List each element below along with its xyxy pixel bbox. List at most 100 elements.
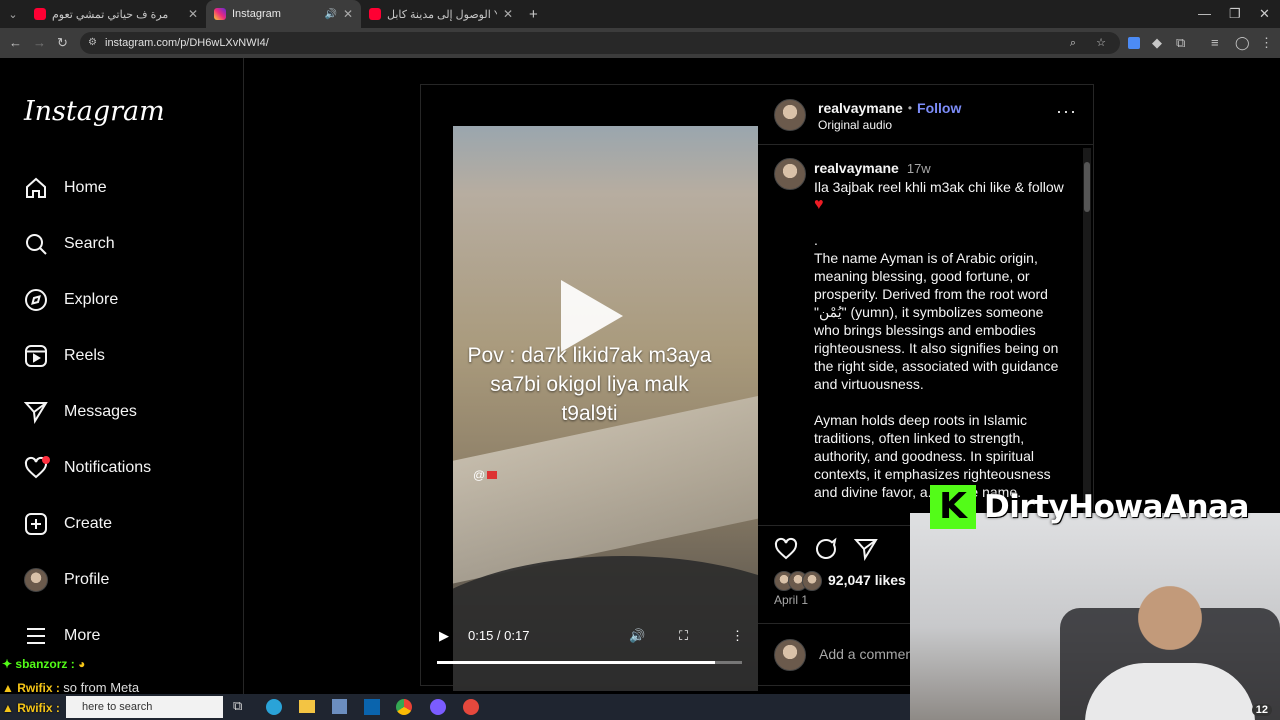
video-options-icon[interactable]: ⋮	[731, 628, 744, 644]
sidebar-item-search[interactable]: Search	[24, 228, 115, 260]
liker-avatars[interactable]	[774, 571, 822, 591]
caption-line: t9al9ti	[561, 402, 618, 425]
close-icon[interactable]: ✕	[343, 7, 353, 21]
file-explorer-icon[interactable]	[299, 700, 315, 713]
obs-icon[interactable]	[463, 699, 479, 715]
share-icon[interactable]	[854, 537, 878, 561]
site-info-icon[interactable]: ⚙	[88, 32, 97, 54]
webcam-person-head	[1125, 578, 1215, 678]
restore-icon[interactable]: ❐	[1229, 6, 1241, 22]
author-avatar[interactable]	[774, 99, 806, 131]
post-date: April 1	[774, 593, 809, 607]
tab-title: أول مرة ف حياتي تمشي تعوم	[52, 8, 170, 21]
streamer-webcam: 12	[910, 513, 1280, 720]
edge-icon[interactable]	[266, 699, 282, 715]
sidebar-item-label: Explore	[64, 291, 119, 308]
video-play-icon[interactable]: ▶	[439, 628, 449, 644]
chat-message: ▲ Rwifix : so from Meta	[2, 680, 140, 695]
address-bar[interactable]: ⚙ instagram.com/p/DH6wLXvNWI4/ ⌕ ☆	[80, 32, 1120, 54]
video-progress-bar[interactable]	[437, 661, 742, 664]
sidebar-item-explore[interactable]: Explore	[24, 284, 118, 316]
sidebar-item-label: Search	[64, 235, 115, 252]
caption-line: Pov : da7k likid7ak m3aya	[467, 344, 712, 367]
chat-user: Rwifix :	[17, 701, 60, 715]
reel-video[interactable]: Pov : da7k likid7ak m3aya sa7bi okigol l…	[421, 85, 758, 691]
puzzle-icon[interactable]: ⧉	[1176, 35, 1185, 51]
video-scene-dashboard	[453, 556, 758, 691]
browser-tab-strip: ⌄ أول مرة ف حياتي تمشي تعوم ✕ Instagram …	[0, 0, 1280, 28]
like-icon[interactable]	[774, 537, 798, 561]
tab-instagram[interactable]: Instagram 🔊 ✕	[206, 0, 361, 28]
tab-youtube-1[interactable]: أول مرة ف حياتي تمشي تعوم ✕	[26, 0, 206, 28]
sidebar-item-more[interactable]: More	[24, 620, 100, 652]
account-icon[interactable]: ◯	[1235, 35, 1250, 51]
sidebar-item-create[interactable]: Create	[24, 508, 112, 540]
scroll-thumb[interactable]	[1084, 162, 1090, 212]
tab-youtube-2[interactable]: الوصول إلى مدينة كابل YouTube ✕	[361, 0, 521, 28]
sidebar-item-label: Home	[64, 179, 107, 196]
new-tab-icon[interactable]: +	[521, 6, 538, 23]
close-icon[interactable]: ✕	[188, 7, 198, 21]
window-close-icon[interactable]: ✕	[1259, 6, 1270, 22]
task-view-icon[interactable]: ⧉	[233, 698, 242, 714]
video-caption-overlay: Pov : da7k likid7ak m3aya sa7bi okigol l…	[421, 341, 758, 428]
chrome-icon[interactable]	[396, 699, 412, 715]
commenter-avatar[interactable]	[774, 158, 806, 190]
emote-badge: 12	[1251, 704, 1272, 716]
tab-search-icon[interactable]: ⌄	[0, 8, 26, 21]
kick-logo-icon: K	[930, 485, 976, 529]
taskbar-search-text: here to search	[82, 701, 153, 713]
kebab-menu-icon[interactable]: ⋮	[1260, 35, 1273, 51]
outlook-icon[interactable]	[364, 699, 380, 715]
sidebar-item-notifications[interactable]: Notifications	[24, 452, 151, 484]
back-icon[interactable]: ←	[9, 35, 22, 50]
media-icon[interactable]: ≡	[1211, 35, 1219, 50]
reload-icon[interactable]: ↻	[57, 35, 68, 51]
extension-icon[interactable]: ◆	[1152, 35, 1162, 51]
author-username[interactable]: realvaymane	[818, 100, 903, 116]
volume-icon[interactable]: 🔊	[629, 628, 645, 644]
minimize-icon[interactable]: —	[1198, 6, 1211, 21]
stream-name-banner: K DirtyHowaAnaa	[930, 485, 1280, 529]
separator-dot: •	[907, 101, 913, 115]
send-icon	[24, 400, 48, 424]
liker-avatar	[802, 571, 822, 591]
sidebar-item-messages[interactable]: Messages	[24, 396, 137, 428]
caption-username[interactable]: realvaymane	[814, 160, 899, 176]
caption-first-line: Ila 3ajbak reel khli m3ak chi like & fol…	[814, 178, 1074, 214]
close-icon[interactable]: ✕	[503, 7, 513, 21]
url-text: instagram.com/p/DH6wLXvNWI4/	[105, 37, 269, 49]
follow-button[interactable]: Follow	[917, 100, 961, 116]
chat-text: so from Meta	[63, 680, 140, 695]
forward-icon[interactable]: →	[33, 35, 46, 50]
discord-icon[interactable]	[430, 699, 446, 715]
zoom-icon[interactable]: ⌕	[1070, 32, 1076, 54]
sidebar: Instagram Home Search Explore Reels Mess…	[0, 58, 244, 720]
bookmark-star-icon[interactable]: ☆	[1096, 32, 1106, 54]
emote-icon: ◕	[78, 657, 86, 671]
store-icon[interactable]	[332, 699, 347, 714]
sidebar-item-label: Notifications	[64, 459, 152, 476]
more-options-icon[interactable]: ···	[1056, 101, 1077, 122]
fullscreen-icon[interactable]: ⛶	[679, 628, 688, 644]
sidebar-item-profile[interactable]: Profile	[24, 564, 109, 596]
caption-scrollbar[interactable]	[1083, 148, 1091, 524]
translate-extension-icon[interactable]	[1128, 37, 1140, 49]
sidebar-item-label: Reels	[64, 347, 105, 364]
reels-icon	[24, 344, 48, 368]
chat-message: ▲ Rwifix :	[2, 701, 60, 715]
sidebar-item-label: Create	[64, 515, 113, 532]
browser-toolbar: ← → ↻ ⚙ instagram.com/p/DH6wLXvNWI4/ ⌕ ☆…	[0, 28, 1280, 58]
speaker-icon[interactable]: 🔊	[324, 9, 336, 20]
taskbar-search[interactable]: here to search	[66, 696, 223, 718]
caption-area: realvaymane 17w Ila 3ajbak reel khli m3a…	[758, 146, 1093, 526]
sidebar-item-label: More	[64, 627, 101, 644]
sidebar-item-reels[interactable]: Reels	[24, 340, 105, 372]
audio-label[interactable]: Original audio	[818, 118, 892, 132]
instagram-logo[interactable]: Instagram	[24, 96, 165, 127]
chat-user: Rwifix :	[17, 681, 60, 695]
comment-icon[interactable]	[814, 537, 838, 561]
caption-line1: Ila 3ajbak reel khli m3ak chi like & fol…	[814, 179, 1064, 195]
likes-count[interactable]: 92,047 likes	[828, 572, 906, 588]
sidebar-item-home[interactable]: Home	[24, 172, 107, 204]
